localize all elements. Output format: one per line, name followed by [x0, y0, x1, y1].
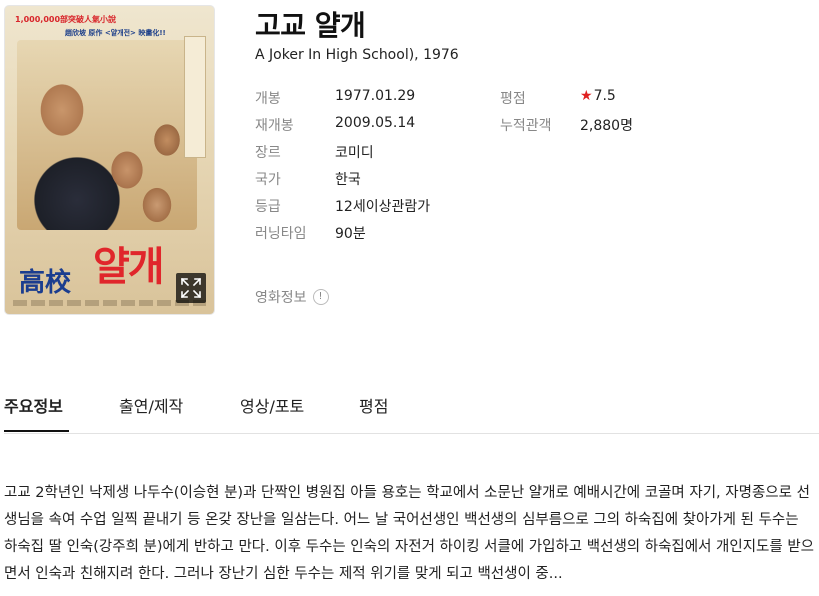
active-tab-indicator [4, 430, 69, 432]
detail-label: 등급 [255, 199, 281, 215]
detail-value: 90분 [335, 226, 366, 242]
poster-top-text: 1,000,000部突破人氣小說 [15, 15, 117, 24]
poster-sub-text: 趙欣坡 原作 <얄개전> 映畵化!! [65, 29, 166, 37]
tab-video-photo[interactable]: 영상/포토 [240, 393, 304, 417]
detail-value: 한국 [335, 172, 361, 188]
detail-label: 재개봉 [255, 118, 294, 134]
detail-value: 1977.01.29 [335, 88, 416, 104]
expand-icon [181, 278, 201, 298]
tab-main-info[interactable]: 주요정보 [4, 393, 63, 417]
poster-logo-hangul: 얄개 [93, 243, 165, 290]
movie-info-label: 영화정보 [255, 290, 307, 306]
synopsis-text: 고교 2학년인 낙제생 나두수(이승현 분)과 단짝인 병원집 아들 용호는 학… [4, 485, 815, 582]
info-icon[interactable]: ! [312, 289, 329, 305]
detail-value: 코미디 [335, 145, 374, 161]
detail-label: 국가 [255, 172, 281, 188]
movie-poster[interactable]: 1,000,000部突破人氣小說 趙欣坡 原作 <얄개전> 映畵化!! 高校 얄… [4, 5, 215, 315]
movie-subtitle: A Joker In High School), 1976 [255, 47, 459, 63]
tab-cast-crew[interactable]: 출연/제작 [119, 393, 183, 417]
detail-label: 개봉 [255, 91, 281, 107]
poster-side-panel [184, 36, 206, 158]
tab-bar: 주요정보 출연/제작 영상/포토 평점 [4, 391, 819, 434]
movie-info-link[interactable]: 영화정보 ! [255, 287, 329, 307]
detail-value: 2,880명 [580, 118, 633, 134]
star-icon: ★ [580, 88, 593, 104]
movie-title: 고교 얄개 [255, 9, 366, 42]
score-value: 7.5 [593, 88, 616, 104]
detail-label: 러닝타임 [255, 226, 307, 242]
detail-value: 2009.05.14 [335, 115, 416, 131]
expand-poster-button[interactable] [176, 273, 206, 303]
detail-value: 12세이상관람가 [335, 199, 431, 215]
detail-label: 평점 [500, 91, 526, 107]
poster-logo-hanja: 高校 [19, 268, 72, 298]
detail-label: 장르 [255, 145, 281, 161]
poster-image [17, 40, 197, 230]
tab-reviews[interactable]: 평점 [359, 393, 388, 417]
detail-label: 누적관객 [500, 118, 552, 134]
detail-value: ★7.5 [580, 88, 616, 104]
